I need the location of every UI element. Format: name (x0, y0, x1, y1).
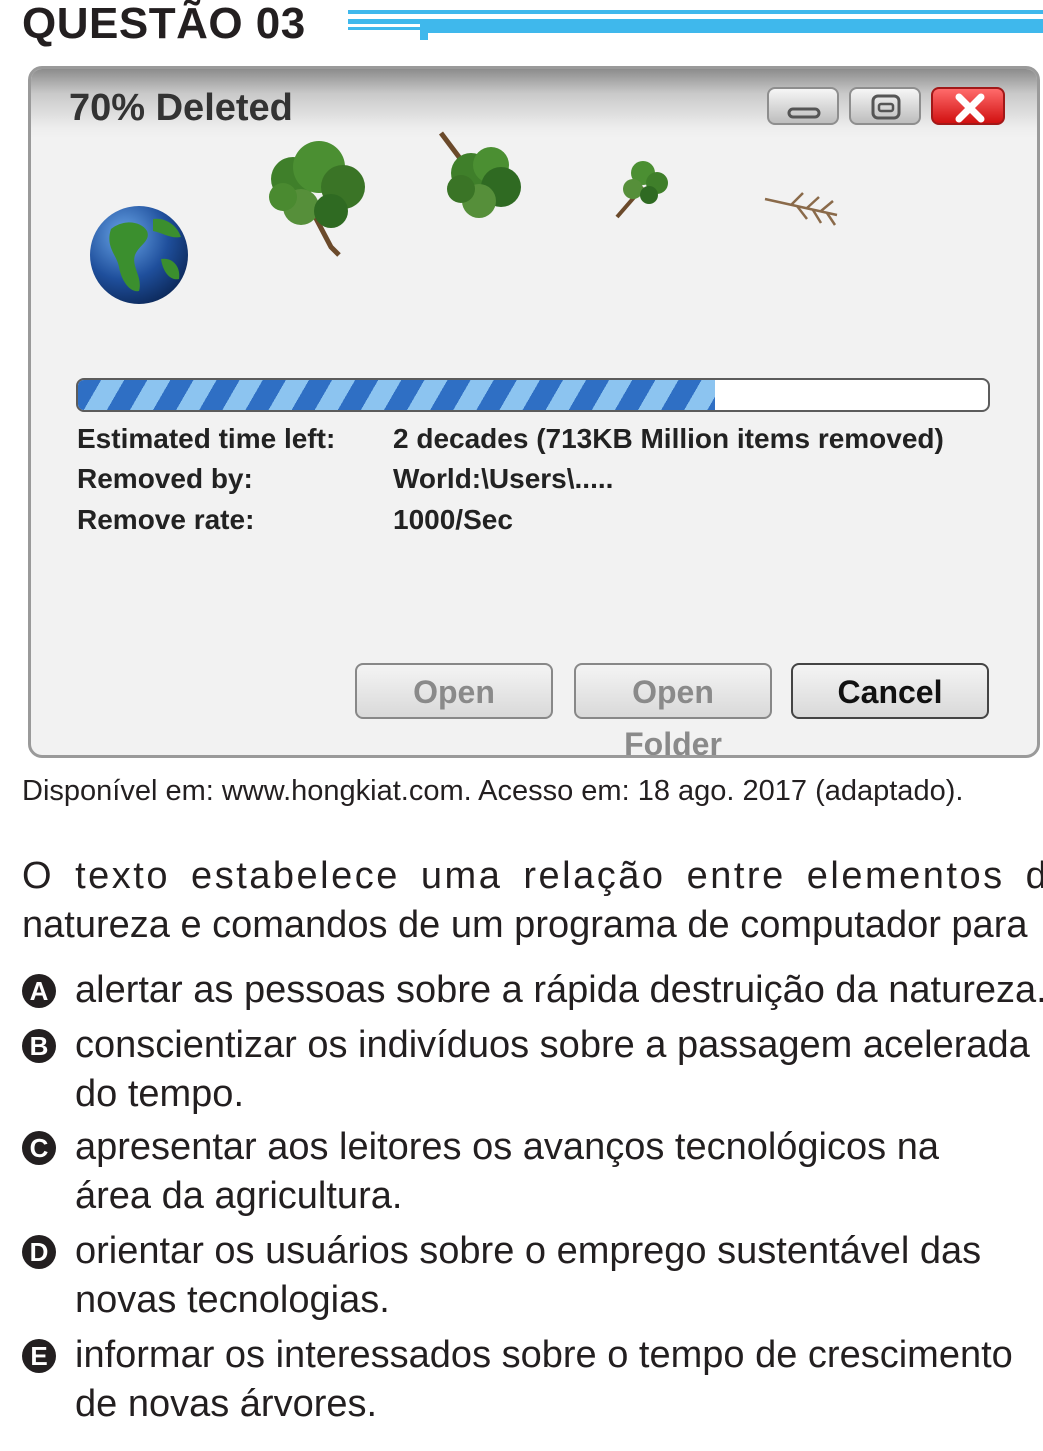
option-letter-badge: D (22, 1235, 56, 1269)
option-letter-badge: E (22, 1339, 56, 1373)
info-value: 2 decades (713KB Million items removed) (393, 423, 944, 454)
close-icon (955, 93, 985, 123)
option-letter-badge: A (22, 974, 56, 1008)
globe-icon (90, 206, 188, 304)
info-label: Removed by: (77, 463, 253, 494)
stem-line: O texto estabelece uma relação entre ele… (22, 855, 1043, 897)
option-text: alertar as pessoas sobre a rápida destru… (75, 969, 1043, 1011)
option-text: novas tecnologias. (75, 1279, 390, 1321)
source-caption: Disponível em: www.hongkiat.com. Acesso … (22, 775, 964, 807)
tree-icon (764, 192, 838, 226)
info-label: Estimated time left: (77, 423, 336, 454)
open-button[interactable]: Open (355, 663, 553, 719)
question-title: QUESTÃO 03 (22, 0, 306, 48)
dialog-titlebar: 70% Deleted (31, 69, 1037, 139)
option-letter-badge: B (22, 1029, 56, 1063)
stem-line: natureza e comandos de um programa de co… (22, 904, 1028, 946)
option-text: área da agricultura. (75, 1175, 403, 1217)
option-text: apresentar aos leitores os avanços tecno… (75, 1126, 939, 1168)
dialog-title: 70% Deleted (69, 87, 293, 129)
restore-button[interactable] (849, 87, 921, 125)
option-letter-badge: C (22, 1131, 56, 1165)
cancel-button[interactable]: Cancel (791, 663, 989, 719)
tree-icon (615, 161, 668, 219)
restore-icon (871, 94, 901, 120)
minimize-button[interactable] (767, 87, 839, 125)
progress-bar (76, 378, 990, 412)
minimize-icon (787, 107, 821, 119)
option-text: conscientizar os indivíduos sobre a pass… (75, 1024, 1030, 1066)
option-text: de novas árvores. (75, 1383, 378, 1425)
tree-icon (439, 131, 521, 218)
question-header: QUESTÃO 03 (22, 0, 1043, 46)
info-value: 1000/Sec (393, 504, 513, 535)
open-folder-button[interactable]: Open Folder (574, 663, 772, 755)
question-stem: O texto estabelece uma relação entre ele… (22, 852, 1043, 950)
info-label: Remove rate: (77, 504, 255, 535)
deletion-dialog: 70% Deleted Estimated time left: 2 decad… (28, 66, 1040, 758)
close-button[interactable] (931, 87, 1005, 125)
option-text: informar os interessados sobre o tempo d… (75, 1334, 1013, 1376)
option-text: orientar os usuários sobre o emprego sus… (75, 1230, 982, 1272)
info-value: World:\Users\..... (393, 463, 614, 494)
tree-icon (269, 141, 365, 257)
header-rule (348, 10, 1043, 40)
progress-fill (78, 380, 715, 410)
option-text: do tempo. (75, 1073, 244, 1115)
